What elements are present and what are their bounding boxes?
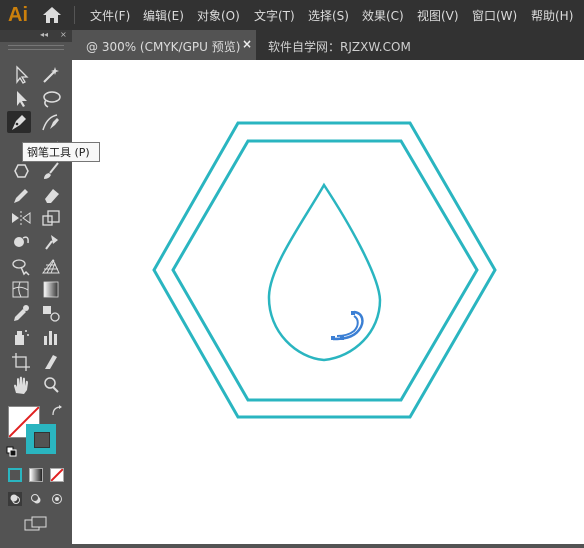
- draw-normal-icon[interactable]: [8, 492, 22, 506]
- scale-tool-icon[interactable]: [39, 207, 63, 229]
- direct-selection-tool-icon[interactable]: [9, 88, 33, 110]
- shape-builder-tool-icon[interactable]: [9, 255, 33, 277]
- menu-file[interactable]: 文件(F): [90, 7, 130, 24]
- gradient-tool-icon[interactable]: [39, 278, 63, 300]
- curvature-tool-icon[interactable]: [39, 111, 63, 133]
- zoom-tool-icon[interactable]: [39, 374, 63, 396]
- default-fill-stroke-icon[interactable]: [6, 446, 18, 458]
- artwork: [152, 121, 497, 419]
- paintbrush-tool-icon[interactable]: [39, 160, 63, 182]
- menu-effect[interactable]: 效果(C): [362, 7, 404, 24]
- gradient-mode-icon[interactable]: [29, 468, 43, 482]
- home-icon[interactable]: [42, 6, 62, 24]
- pen-tool-icon[interactable]: [7, 111, 31, 133]
- swap-fill-stroke-icon[interactable]: [50, 404, 64, 418]
- menu-view[interactable]: 视图(V): [417, 7, 459, 24]
- pencil-tool-icon[interactable]: [9, 184, 33, 206]
- artboard-canvas[interactable]: [72, 60, 584, 544]
- symbol-sprayer-tool-icon[interactable]: [9, 326, 33, 348]
- blend-tool-icon[interactable]: [39, 302, 63, 324]
- eyedropper-tool-icon[interactable]: [9, 302, 33, 324]
- artboard-tool-icon[interactable]: [9, 350, 33, 372]
- column-graph-tool-icon[interactable]: [39, 326, 63, 348]
- slice-tool-icon[interactable]: [39, 350, 63, 372]
- document-tab-bar: @ 300% (CMYK/GPU 预览) × 软件自学网：RJZXW.COM: [72, 30, 584, 60]
- menu-help[interactable]: 帮助(H): [531, 7, 573, 24]
- color-mode-icon[interactable]: [8, 468, 22, 482]
- perspective-grid-tool-icon[interactable]: [39, 255, 63, 277]
- draw-behind-icon[interactable]: [29, 492, 43, 506]
- menu-select[interactable]: 选择(S): [308, 7, 349, 24]
- change-screen-mode-icon[interactable]: [24, 516, 48, 532]
- lasso-tool-icon[interactable]: [39, 88, 63, 110]
- close-panel-icon[interactable]: ×: [60, 30, 67, 39]
- puppet-warp-tool-icon[interactable]: [39, 231, 63, 253]
- reflect-tool-icon[interactable]: [9, 207, 33, 229]
- document-tab[interactable]: @ 300% (CMYK/GPU 预览) ×: [72, 30, 256, 60]
- panel-grip[interactable]: [8, 45, 64, 50]
- document-tab-label: @ 300% (CMYK/GPU 预览): [86, 40, 241, 54]
- anchor-point: [331, 336, 335, 340]
- water-drop: [267, 182, 382, 362]
- anchor-point: [340, 336, 344, 340]
- pen-tool-tooltip: 钢笔工具 (P): [22, 142, 100, 162]
- menu-object[interactable]: 对象(O): [197, 7, 240, 24]
- anchor-point: [351, 311, 355, 315]
- menu-bar: Ai 文件(F) 编辑(E) 对象(O) 文字(T) 选择(S) 效果(C) 视…: [0, 0, 584, 30]
- menu-separator: [74, 6, 75, 24]
- collapse-panel-icon[interactable]: ◂◂: [40, 30, 48, 39]
- selection-tool-icon[interactable]: [9, 64, 33, 86]
- draw-inside-icon[interactable]: [50, 492, 64, 506]
- menu-type[interactable]: 文字(T): [254, 7, 295, 24]
- stroke-swatch-inner: [34, 432, 50, 448]
- mesh-tool-icon[interactable]: [9, 278, 33, 300]
- warp-tool-icon[interactable]: [9, 231, 33, 253]
- watermark-text: 软件自学网：RJZXW.COM: [268, 40, 411, 54]
- magic-wand-tool-icon[interactable]: [39, 64, 63, 86]
- outer-hexagon: [152, 121, 497, 419]
- eraser-tool-icon[interactable]: [39, 184, 63, 206]
- hand-tool-icon[interactable]: [9, 374, 33, 396]
- app-logo: Ai: [8, 4, 28, 26]
- menu-window[interactable]: 窗口(W): [472, 7, 517, 24]
- shaper-tool-icon[interactable]: [9, 160, 33, 182]
- panel-header: ◂◂ ×: [0, 30, 72, 42]
- close-tab-icon[interactable]: ×: [242, 37, 252, 51]
- stroke-swatch[interactable]: [26, 424, 56, 454]
- menu-edit[interactable]: 编辑(E): [143, 7, 184, 24]
- none-mode-icon[interactable]: [50, 468, 64, 482]
